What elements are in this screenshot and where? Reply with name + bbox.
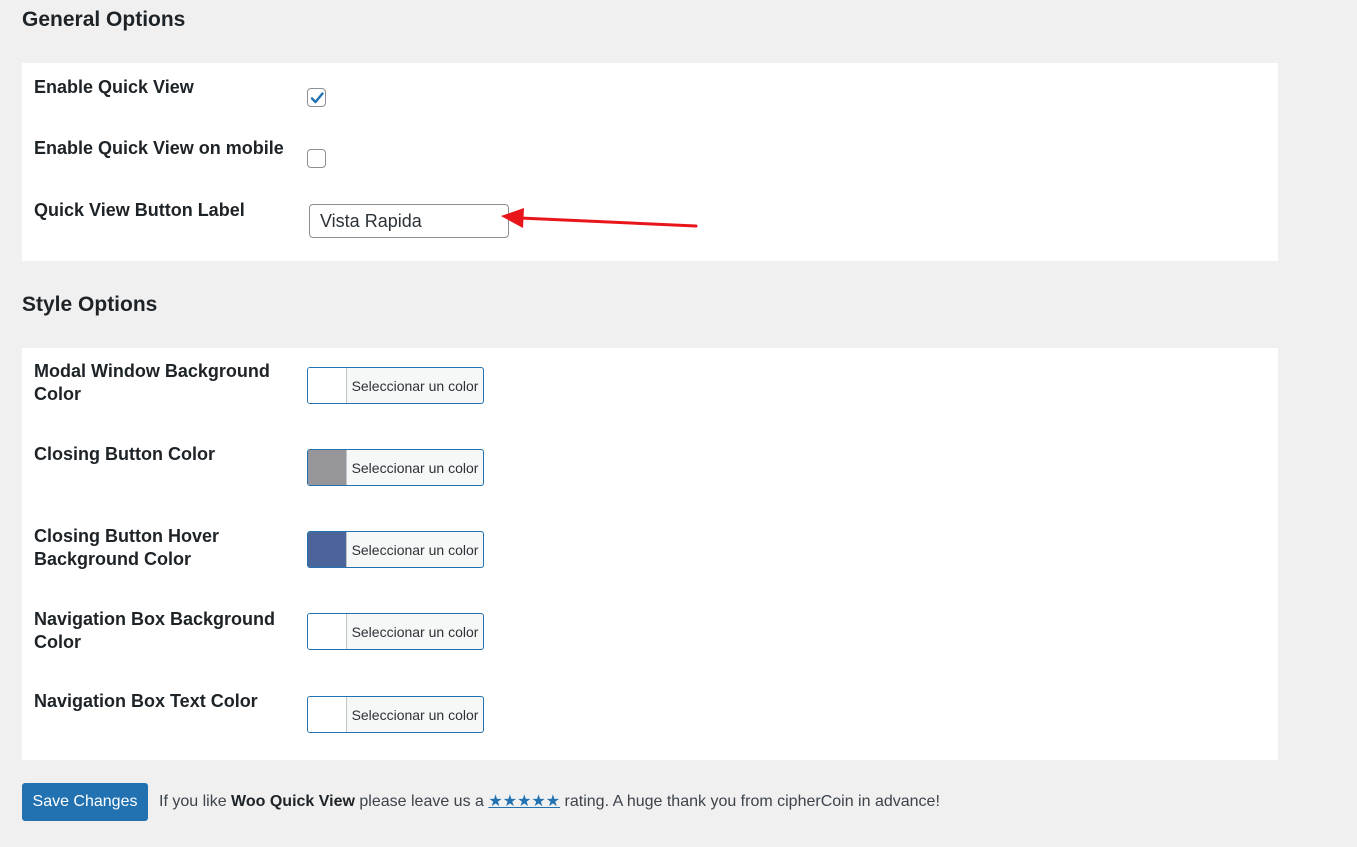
rating-stars-link[interactable]: ★★★★★	[488, 793, 560, 810]
enable-mobile-label: Enable Quick View on mobile	[34, 138, 284, 158]
general-options-title: General Options	[22, 8, 186, 31]
button-label-input[interactable]	[309, 204, 509, 238]
color-swatch	[308, 450, 347, 485]
style-options-title: Style Options	[22, 293, 158, 316]
modal-bg-color-picker[interactable]: Seleccionar un color	[307, 367, 484, 404]
footer-note: If you like Woo Quick View please leave …	[159, 791, 940, 811]
closing-button-color-picker[interactable]: Seleccionar un color	[307, 449, 484, 486]
footer-note-prefix: If you like	[159, 793, 227, 810]
color-picker-label: Seleccionar un color	[351, 623, 479, 640]
color-picker-label: Seleccionar un color	[351, 706, 479, 723]
color-swatch	[308, 532, 347, 567]
closing-hover-bg-color-picker[interactable]: Seleccionar un color	[307, 531, 484, 568]
color-picker-label: Seleccionar un color	[351, 377, 479, 394]
color-picker-label: Seleccionar un color	[351, 459, 479, 476]
checkmark-icon	[310, 91, 324, 103]
footer-note-mid: please leave us a	[359, 793, 484, 810]
enable-quick-view-checkbox[interactable]	[307, 88, 326, 107]
enable-quick-view-label: Enable Quick View	[34, 77, 194, 97]
color-row-label: Closing Button Color	[34, 444, 215, 464]
color-row-label: Navigation Box Text Color	[34, 691, 258, 711]
footer-note-suffix: rating. A huge thank you from cipherCoin…	[564, 793, 940, 810]
color-row-label: Navigation Box Background Color	[34, 609, 276, 652]
color-swatch	[308, 697, 347, 732]
nav-box-text-color-picker[interactable]: Seleccionar un color	[307, 696, 484, 733]
color-swatch	[308, 368, 347, 403]
save-changes-button[interactable]: Save Changes	[22, 783, 148, 821]
color-row-label: Modal Window Background Color	[34, 361, 270, 404]
general-options-panel: Enable Quick View Enable Quick View on m…	[22, 63, 1278, 261]
color-row-label: Closing Button Hover Background Color	[34, 526, 219, 569]
color-swatch	[308, 614, 347, 649]
plugin-name: Woo Quick View	[231, 793, 355, 810]
style-options-panel: Modal Window Background Color Selecciona…	[22, 348, 1278, 760]
enable-mobile-checkbox[interactable]	[307, 149, 326, 168]
button-label-label: Quick View Button Label	[34, 200, 245, 220]
nav-box-bg-color-picker[interactable]: Seleccionar un color	[307, 613, 484, 650]
color-picker-label: Seleccionar un color	[351, 541, 479, 558]
